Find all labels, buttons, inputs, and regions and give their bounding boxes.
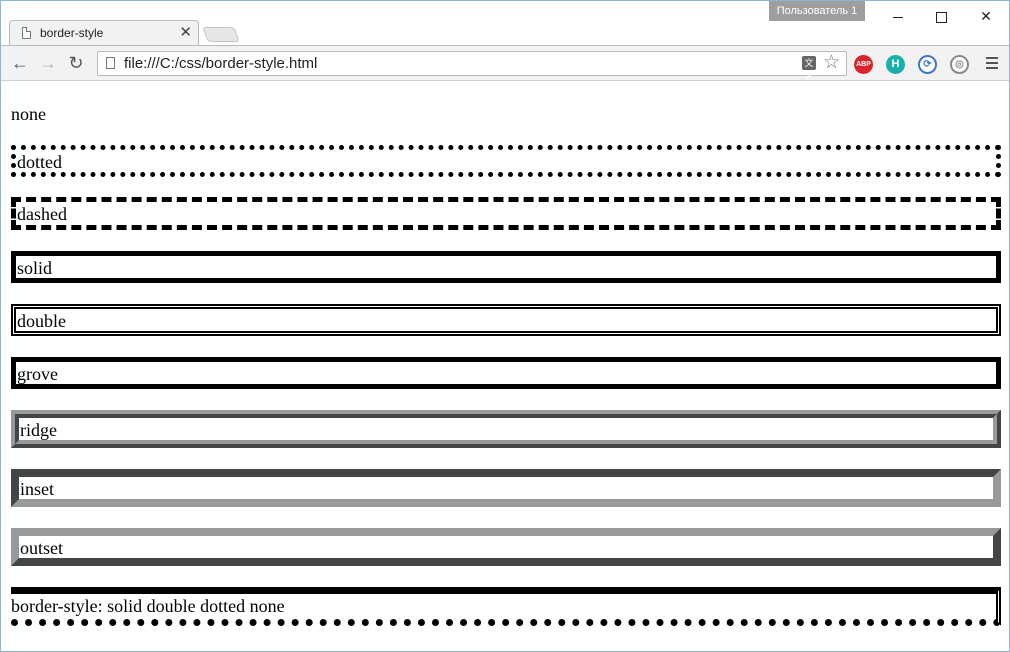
box-mixed: border-style: solid double dotted none xyxy=(11,587,1001,626)
box-dashed: dashed xyxy=(11,197,1001,230)
forward-arrow-icon[interactable]: → xyxy=(37,52,59,74)
minimize-icon xyxy=(893,16,903,18)
title-bar: border-style ✕ Пользователь 1 ✕ xyxy=(1,1,1009,46)
maximize-button[interactable] xyxy=(919,1,963,31)
box-none: none xyxy=(11,104,46,124)
maximize-icon xyxy=(935,11,947,23)
menu-icon[interactable] xyxy=(986,57,998,71)
url-text[interactable]: file:///C:/css/border-style.html xyxy=(124,55,317,72)
close-window-button[interactable]: ✕ xyxy=(964,1,1008,31)
box-outset: outset xyxy=(11,528,1001,566)
box-double: double xyxy=(11,304,1001,336)
new-tab-button[interactable] xyxy=(202,27,240,42)
box-inset: inset xyxy=(11,469,1001,507)
back-arrow-icon[interactable]: ← xyxy=(9,52,31,74)
close-tab-icon[interactable]: ✕ xyxy=(179,24,192,42)
h-extension-icon[interactable]: H xyxy=(886,55,905,74)
adblock-plus-icon[interactable]: ABP xyxy=(854,55,873,74)
compass-extension-icon[interactable]: ◎ xyxy=(950,55,969,74)
box-dotted: dotted xyxy=(11,145,1001,177)
tab-border-style[interactable]: border-style ✕ xyxy=(9,20,199,46)
bookmark-star-icon[interactable]: ☆ xyxy=(823,52,840,74)
user-profile-badge[interactable]: Пользователь 1 xyxy=(769,1,865,21)
page-content: none dotted dashed solid double grove ri… xyxy=(1,82,1009,651)
tab-title: border-style xyxy=(40,26,104,40)
box-solid: solid xyxy=(11,251,1001,283)
address-bar[interactable]: file:///C:/css/border-style.html 文A ☆ xyxy=(97,51,847,82)
browser-window: border-style ✕ Пользователь 1 ✕ ← → ↻ fi… xyxy=(0,0,1010,652)
translate-icon[interactable]: 文A xyxy=(802,56,816,82)
sync-extension-icon[interactable]: ⟳ xyxy=(918,55,937,74)
box-grove: grove xyxy=(11,357,1001,389)
box-ridge: ridge xyxy=(11,410,1001,448)
page-icon xyxy=(106,57,115,69)
reload-icon[interactable]: ↻ xyxy=(65,52,87,74)
browser-toolbar: ← → ↻ file:///C:/css/border-style.html 文… xyxy=(1,45,1009,82)
document-icon xyxy=(22,27,31,39)
minimize-button[interactable] xyxy=(876,1,920,31)
